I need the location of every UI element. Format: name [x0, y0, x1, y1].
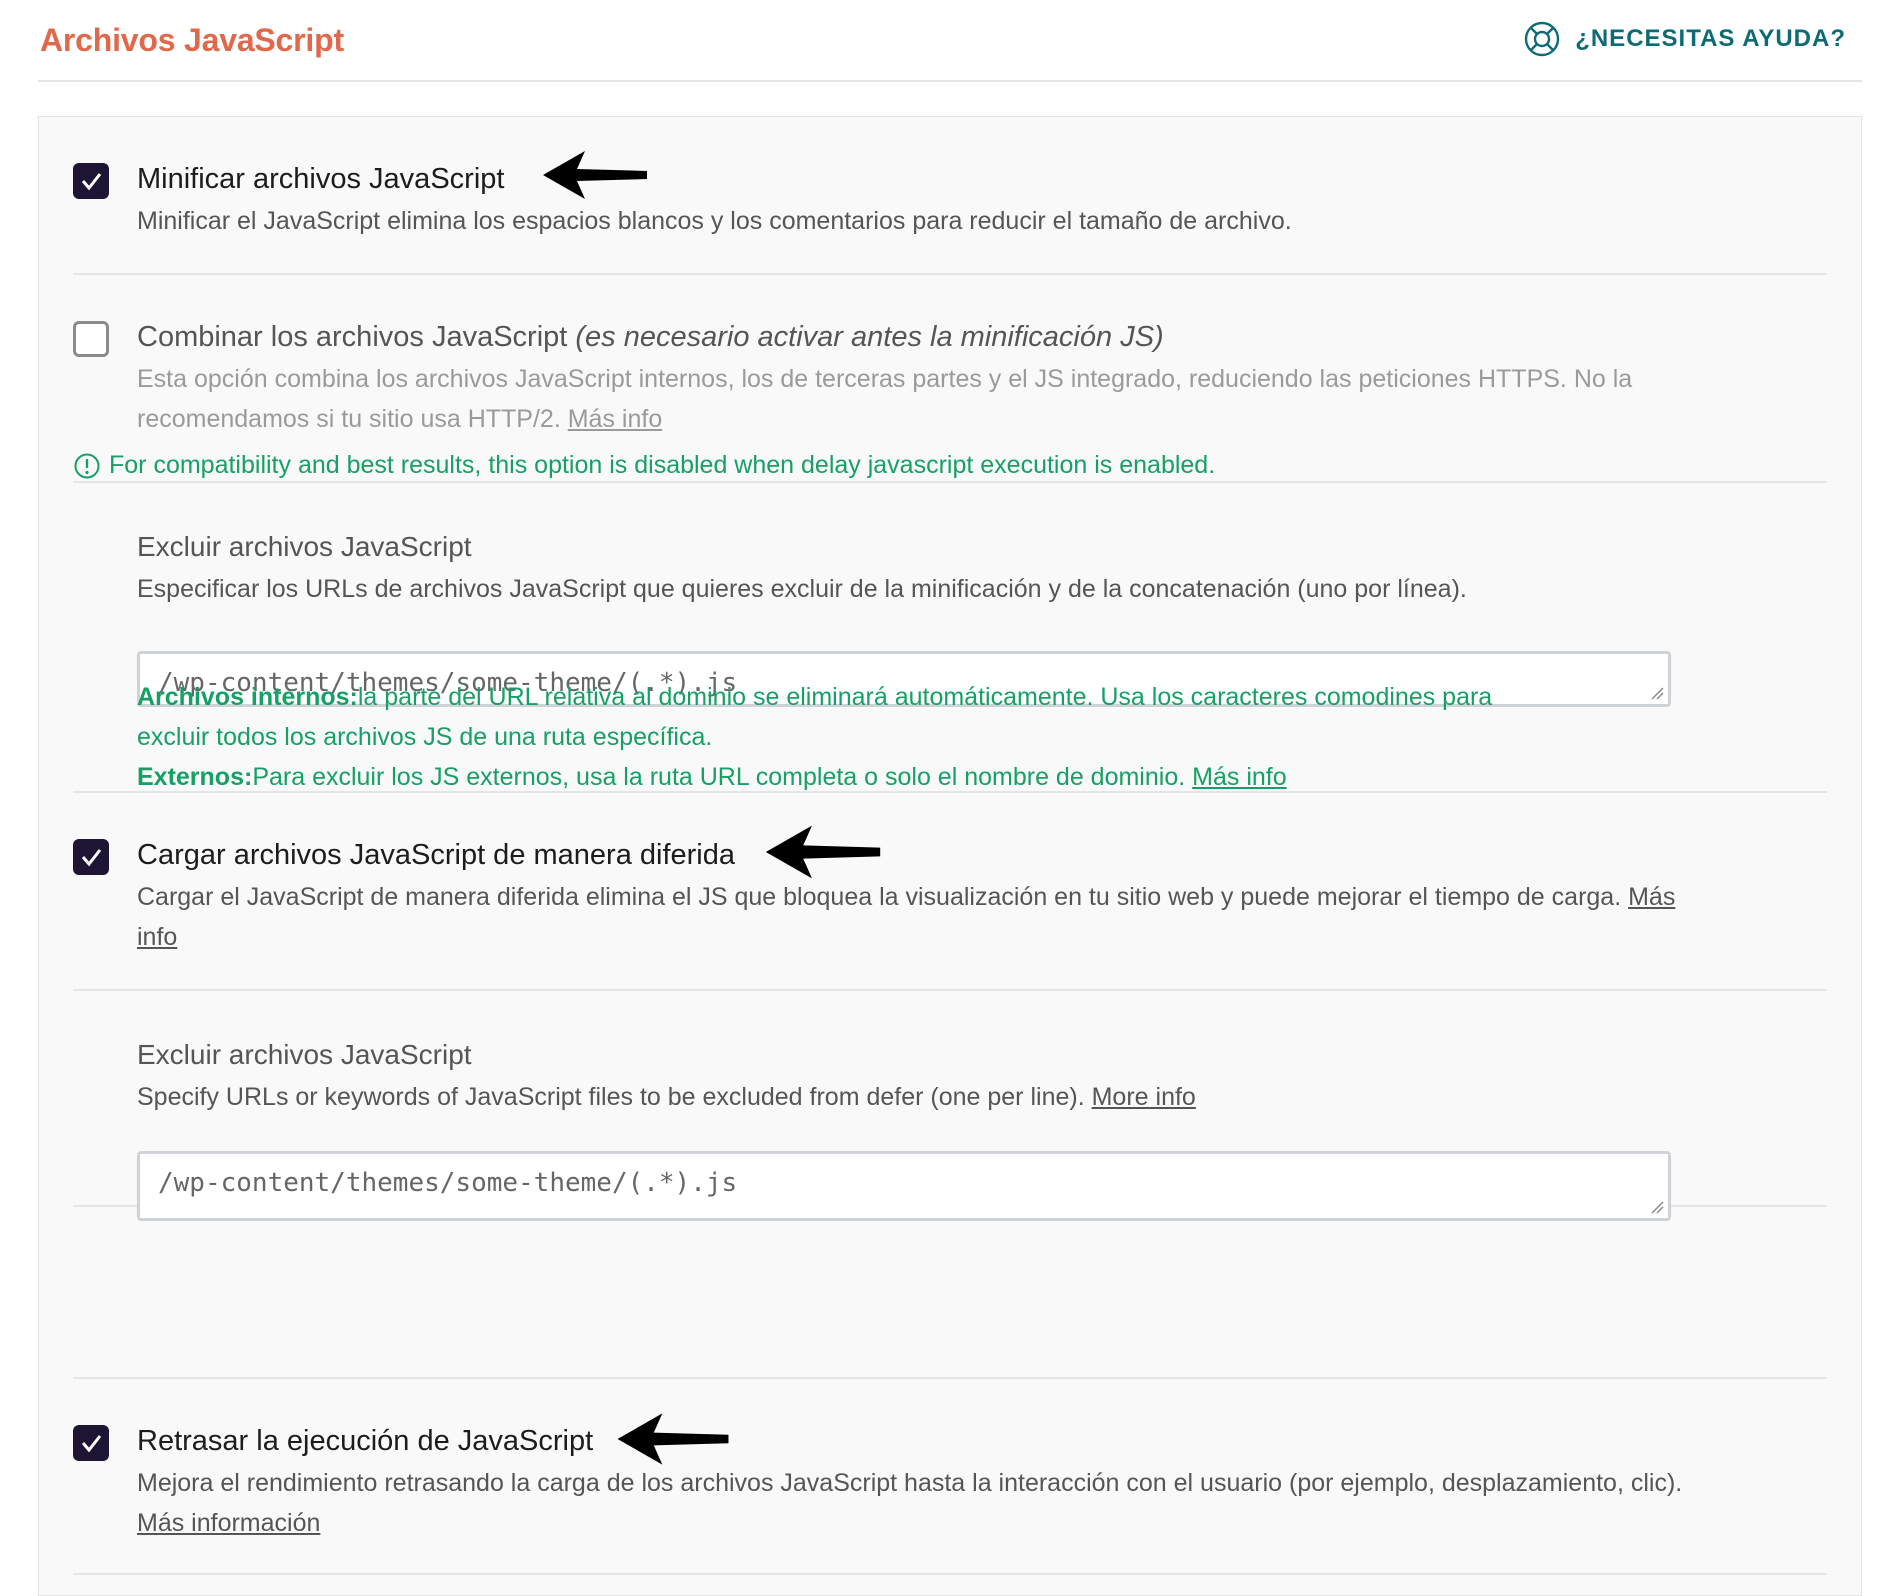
- minify-js-label[interactable]: Minificar archivos JavaScript: [137, 163, 504, 196]
- compatibility-notice-text: For compatibility and best results, this…: [109, 451, 1216, 479]
- help-label: ¿NECESITAS AYUDA?: [1575, 25, 1846, 52]
- exclude-js-help-external-label: Externos:: [137, 763, 253, 791]
- combine-js-label-text: Combinar los archivos JavaScript: [137, 321, 568, 353]
- delay-js-checkbox[interactable]: [73, 1425, 109, 1461]
- combine-js-checkbox[interactable]: [73, 321, 109, 357]
- delay-js-label[interactable]: Retrasar la ejecución de JavaScript: [137, 1425, 593, 1458]
- checkmark-icon: [81, 173, 102, 191]
- arrow-left-icon: [543, 151, 647, 199]
- exclude-defer-js-textarea[interactable]: /wp-content/themes/some-theme/(.*).js: [137, 1151, 1671, 1221]
- resize-grip-icon[interactable]: [1650, 1200, 1664, 1214]
- divider: [73, 1573, 1827, 1575]
- page-title: Archivos JavaScript: [40, 22, 344, 58]
- exclude-js-help-internal: Archivos internos:la parte del URL relat…: [137, 677, 1492, 717]
- exclude-js-help-internal-line1: la parte del URL relativa al dominio se …: [357, 683, 1493, 711]
- arrow-left-icon: [765, 825, 881, 879]
- checkmark-icon: [81, 1435, 102, 1453]
- exclude-defer-js-description: Specify URLs or keywords of JavaScript f…: [137, 1077, 1196, 1117]
- combine-js-label-note: (es necesario activar antes la minificac…: [575, 321, 1164, 353]
- combine-js-label[interactable]: Combinar los archivos JavaScript (es nec…: [137, 321, 1164, 354]
- divider: [73, 1377, 1827, 1379]
- compatibility-notice: For compatibility and best results, this…: [73, 451, 1215, 480]
- exclude-defer-js-textarea-value: /wp-content/themes/some-theme/(.*).js: [158, 1168, 738, 1198]
- defer-js-description-text: Cargar el JavaScript de manera diferida …: [137, 883, 1622, 911]
- lifebuoy-icon: [1524, 21, 1560, 57]
- defer-js-description: Cargar el JavaScript de manera diferida …: [137, 877, 1857, 957]
- combine-js-description-line2-text: recomendamos si tu sitio usa HTTP/2.: [137, 405, 561, 433]
- exclude-js-help-internal-line2: excluir todos los archivos JS de una rut…: [137, 723, 713, 751]
- alert-circle-icon: [74, 453, 100, 478]
- resize-grip-icon[interactable]: [1650, 686, 1664, 700]
- divider: [73, 273, 1827, 275]
- exclude-js-description: Especificar los URLs de archivos JavaScr…: [137, 575, 1467, 603]
- exclude-js-more-info-link[interactable]: Más info: [1192, 763, 1286, 791]
- exclude-defer-js-more-info-link[interactable]: More info: [1092, 1083, 1196, 1111]
- divider: [73, 481, 1827, 483]
- exclude-defer-js-description-text: Specify URLs or keywords of JavaScript f…: [137, 1083, 1085, 1111]
- divider: [73, 989, 1827, 991]
- exclude-js-title: Excluir archivos JavaScript: [137, 531, 472, 562]
- combine-js-description-line1: Esta opción combina los archivos JavaScr…: [137, 365, 1633, 393]
- arrow-left-icon: [617, 1413, 729, 1465]
- help-button[interactable]: ¿NECESITAS AYUDA?: [1523, 20, 1846, 58]
- delay-js-description: Mejora el rendimiento retrasando la carg…: [137, 1463, 1857, 1543]
- exclude-js-help-internal-label: Archivos internos:: [137, 683, 358, 711]
- defer-js-label[interactable]: Cargar archivos JavaScript de manera dif…: [137, 839, 735, 872]
- checkmark-icon: [81, 849, 102, 867]
- javascript-settings-panel: Minificar archivos JavaScript Minificar …: [38, 116, 1862, 1596]
- minify-js-description: Minificar el JavaScript elimina los espa…: [137, 207, 1292, 235]
- defer-js-description-line1: Cargar el JavaScript de manera diferida …: [137, 877, 1857, 917]
- combine-js-more-info-link[interactable]: Más info: [568, 405, 662, 433]
- delay-js-more-info-link[interactable]: Más información: [137, 1503, 320, 1543]
- defer-js-checkbox[interactable]: [73, 839, 109, 875]
- divider: [73, 791, 1827, 793]
- exclude-defer-js-title: Excluir archivos JavaScript: [137, 1039, 472, 1070]
- exclude-js-help: Archivos internos:la parte del URL relat…: [137, 677, 1492, 797]
- page-header: Archivos JavaScript ¿NECESITAS AYUDA?: [38, 0, 1862, 82]
- minify-js-checkbox[interactable]: [73, 163, 109, 199]
- exclude-js-help-external-text: Para excluir los JS externos, usa la rut…: [252, 763, 1186, 791]
- defer-js-more-info-link-part1[interactable]: Más: [1628, 883, 1675, 911]
- defer-js-more-info-link-part2[interactable]: info: [137, 917, 1857, 957]
- delay-js-description-text: Mejora el rendimiento retrasando la carg…: [137, 1469, 1683, 1497]
- combine-js-description-line2: recomendamos si tu sitio usa HTTP/2. Más…: [137, 399, 1632, 439]
- combine-js-description: Esta opción combina los archivos JavaScr…: [137, 359, 1632, 439]
